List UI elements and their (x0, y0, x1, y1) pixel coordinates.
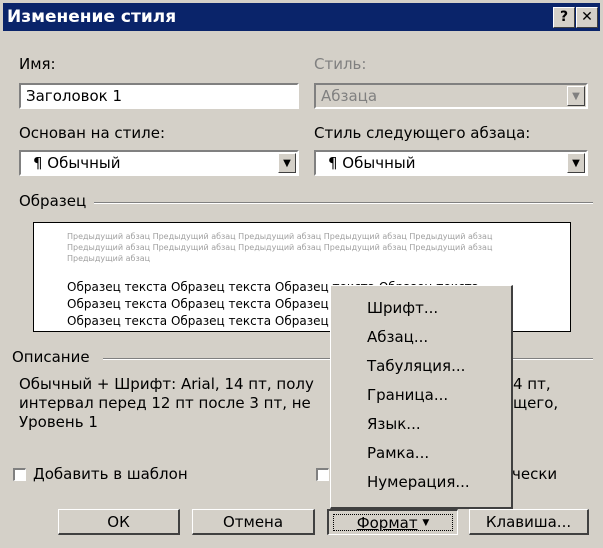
add-to-template-label[interactable]: Добавить в шаблон (33, 465, 188, 483)
menu-item-tabs[interactable]: Табуляция... (367, 357, 465, 375)
menu-item-paragraph[interactable]: Абзац... (367, 328, 428, 346)
description-line-1-tail: 4 пт, (513, 375, 551, 393)
add-to-template-checkbox[interactable] (13, 468, 26, 481)
style-type-value: Абзаца (321, 87, 378, 105)
auto-update-label-tail[interactable]: чески (512, 465, 557, 483)
chevron-down-icon[interactable]: ▼ (567, 153, 585, 173)
window-title: Изменение стиля (7, 7, 177, 27)
menu-item-numbering[interactable]: Нумерация... (367, 473, 470, 491)
preview-group-divider (94, 202, 593, 204)
based-on-label: Основан на стиле: (19, 124, 166, 142)
add-to-template-text: Добавить в шаблон (33, 465, 188, 483)
based-on-value: ¶ Обычный (33, 154, 121, 172)
title-bar: Изменение стиля ? ✕ (3, 3, 600, 31)
modify-style-dialog: Изменение стиля ? ✕ Имя: Заголовок 1 Сти… (0, 0, 603, 548)
style-type-select: Абзаца ▼ (314, 83, 588, 109)
description-line-3: Уровень 1 (19, 413, 98, 431)
description-line-2-tail: щего, (513, 394, 559, 412)
ok-button[interactable]: ОК (58, 509, 180, 535)
description-line-1: Обычный + Шрифт: Arial, 14 пт, полу (19, 375, 314, 393)
next-style-value: ¶ Обычный (328, 154, 416, 172)
format-button[interactable]: Формат ▼ (327, 509, 458, 535)
description-line-2: интервал перед 12 пт после 3 пт, не (19, 394, 311, 412)
preview-group-label: Образец (19, 192, 87, 210)
chevron-down-icon: ▼ (567, 86, 585, 106)
format-menu: Шрифт... Абзац... Табуляция... Граница..… (330, 285, 513, 509)
auto-update-checkbox[interactable] (316, 468, 329, 481)
cancel-button[interactable]: Отмена (192, 509, 315, 535)
description-group-label: Описание (12, 348, 90, 366)
help-button[interactable]: ? (553, 7, 575, 28)
name-input[interactable]: Заголовок 1 (19, 83, 299, 109)
menu-item-frame[interactable]: Рамка... (367, 444, 429, 462)
name-label: Имя: (19, 55, 56, 73)
close-button[interactable]: ✕ (576, 7, 598, 28)
focus-rect (333, 514, 453, 531)
previous-paragraph-sample: Предыдущий абзац Предыдущий абзац Предыд… (67, 232, 493, 263)
next-style-select[interactable]: ¶ Обычный ▼ (314, 150, 588, 176)
chevron-down-icon[interactable]: ▼ (278, 153, 296, 173)
menu-item-language[interactable]: Язык... (367, 415, 421, 433)
based-on-select[interactable]: ¶ Обычный ▼ (19, 150, 299, 176)
menu-item-border[interactable]: Граница... (367, 386, 448, 404)
next-style-label: Стиль следующего абзаца: (314, 124, 531, 142)
style-type-label: Стиль: (314, 55, 367, 73)
dropdown-arrow-icon: ▼ (422, 518, 430, 528)
shortcut-key-button[interactable]: Клавиша... (469, 509, 589, 535)
menu-item-font[interactable]: Шрифт... (367, 299, 438, 317)
